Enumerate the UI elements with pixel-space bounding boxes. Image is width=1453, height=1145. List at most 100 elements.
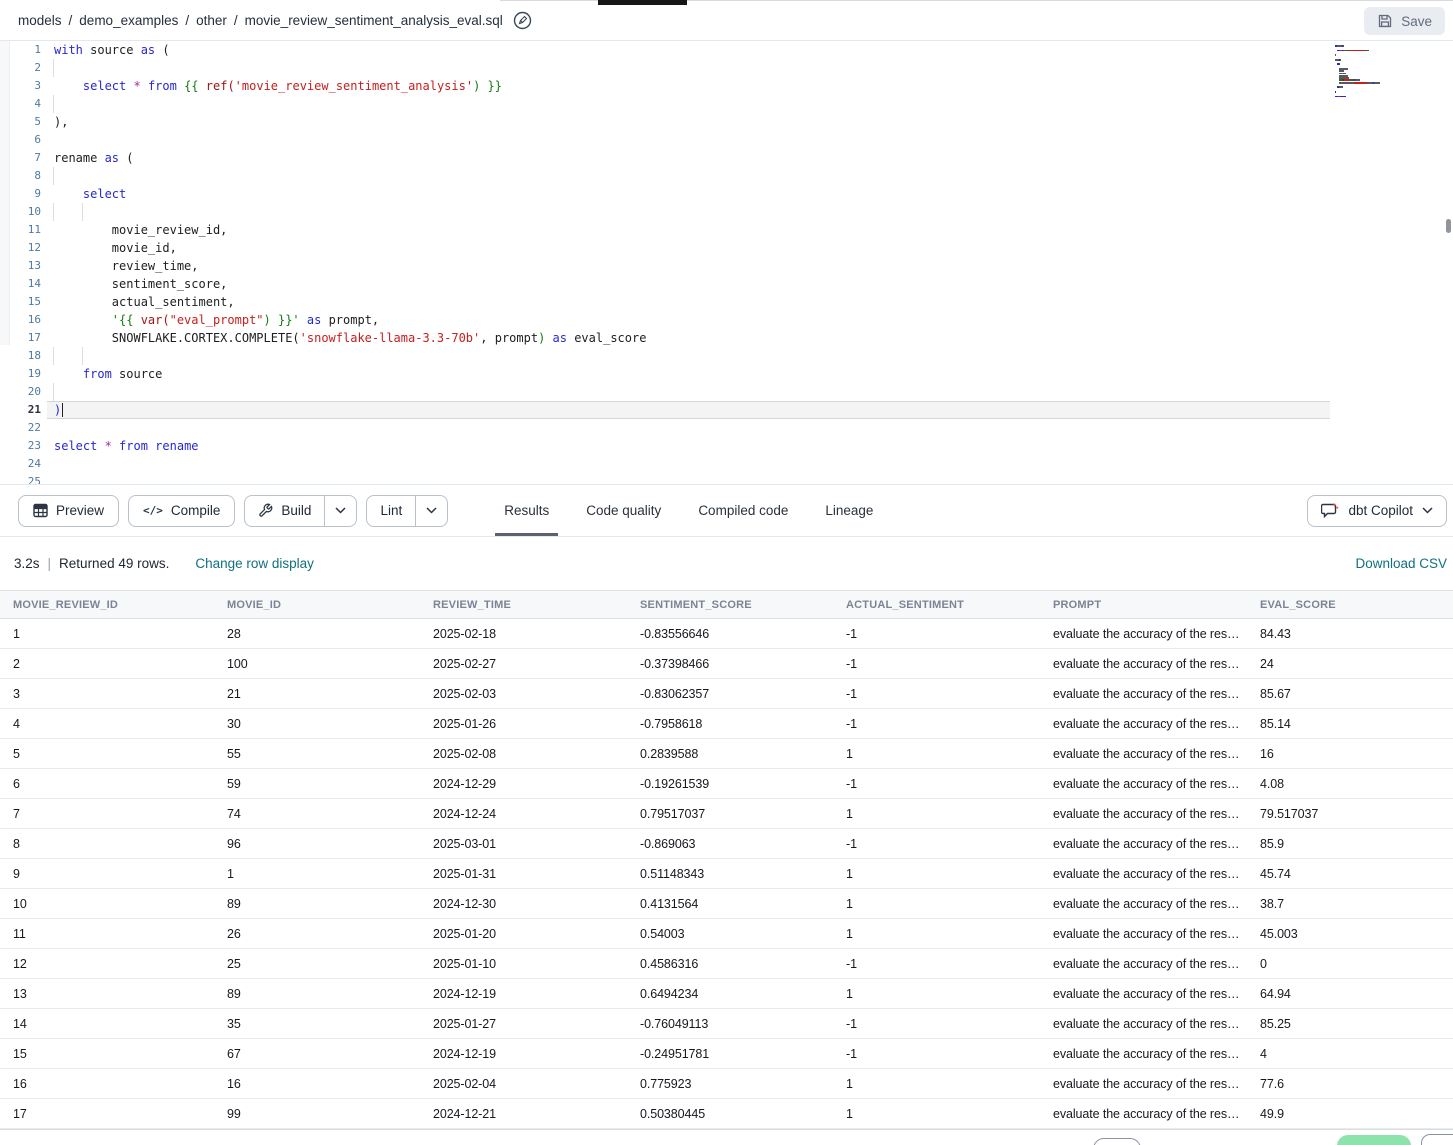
eval-score-cell: 85.9 — [1247, 837, 1453, 851]
line-number: 13 — [0, 257, 41, 275]
breadcrumb-item[interactable]: other — [196, 13, 227, 28]
table-row: 3212025-02-03-0.83062357-1evaluate the a… — [0, 679, 1453, 709]
table-cell: 2025-01-10 — [420, 957, 627, 971]
partial-button-right[interactable] — [1421, 1134, 1453, 1145]
breadcrumb-item[interactable]: demo_examples — [79, 13, 178, 28]
dbt-copilot-button[interactable]: dbt Copilot — [1307, 495, 1447, 527]
prompt-text: evaluate the accuracy of the res… — [1053, 867, 1239, 881]
code-line[interactable]: 6 — [0, 131, 1453, 149]
lint-button[interactable]: Lint — [367, 496, 415, 526]
editor-minimap[interactable] — [1335, 45, 1439, 102]
code-line[interactable]: 18 — [0, 347, 1453, 365]
table-cell: 1 — [833, 897, 1040, 911]
code-text — [41, 203, 54, 221]
indent-guide — [82, 347, 83, 365]
compile-button[interactable]: </> Compile — [128, 495, 235, 527]
change-row-display-link[interactable]: Change row display — [195, 556, 314, 571]
code-line[interactable]: 1with source as ( — [0, 41, 1453, 59]
prompt-cell: evaluate the accuracy of the res… — [1040, 927, 1247, 941]
code-line[interactable]: 13 review_time, — [0, 257, 1453, 275]
code-line[interactable]: 12 movie_id, — [0, 239, 1453, 257]
table-row: 11262025-01-200.540031evaluate the accur… — [0, 919, 1453, 949]
code-line[interactable]: 3 select * from {{ ref('movie_review_sen… — [0, 77, 1453, 95]
table-cell: 2025-01-26 — [420, 717, 627, 731]
table-cell: 2025-02-27 — [420, 657, 627, 671]
breadcrumb-item[interactable]: models — [18, 13, 62, 28]
lint-dropdown-toggle[interactable] — [415, 496, 447, 526]
tab-compiled-code[interactable]: Compiled code — [698, 485, 788, 536]
returned-rows-text: Returned 49 rows. — [59, 556, 169, 571]
code-line[interactable]: 15 actual_sentiment, — [0, 293, 1453, 311]
table-cell: 1 — [214, 867, 420, 881]
build-button-group: Build — [244, 495, 357, 527]
prompt-cell: evaluate the accuracy of the res… — [1040, 657, 1247, 671]
editor-scrollbar-thumb[interactable] — [1446, 219, 1451, 233]
code-line[interactable]: 14 sentiment_score, — [0, 275, 1453, 293]
table-cell: 2025-02-03 — [420, 687, 627, 701]
code-line[interactable]: 10 — [0, 203, 1453, 221]
eval-score-cell: 64.94 — [1247, 987, 1453, 1001]
code-line[interactable]: 7rename as ( — [0, 149, 1453, 167]
breadcrumb-separator: / — [234, 13, 238, 28]
table-cell: 30 — [214, 717, 420, 731]
prompt-cell: evaluate the accuracy of the res… — [1040, 897, 1247, 911]
table-cell: 13 — [0, 987, 214, 1001]
preview-table-icon — [33, 503, 48, 518]
results-tabs: Results Code quality Compiled code Linea… — [504, 485, 873, 536]
breadcrumb-item[interactable]: movie_review_sentiment_analysis_eval.sql — [245, 13, 503, 28]
code-text: from source — [41, 365, 162, 383]
prompt-text: evaluate the accuracy of the res… — [1053, 837, 1239, 851]
code-line[interactable]: 24 — [0, 455, 1453, 473]
prompt-cell: evaluate the accuracy of the res… — [1040, 747, 1247, 761]
table-cell: -0.83556646 — [627, 627, 833, 641]
prompt-text: evaluate the accuracy of the res… — [1053, 1047, 1239, 1061]
table-cell: 1 — [833, 987, 1040, 1001]
build-button[interactable]: Build — [245, 496, 324, 526]
tab-lineage[interactable]: Lineage — [825, 485, 873, 536]
code-line[interactable]: 23select * from rename — [0, 437, 1453, 455]
format-file-icon[interactable] — [513, 11, 532, 30]
table-cell: 2024-12-19 — [420, 1047, 627, 1061]
table-row: 21002025-02-27-0.37398466-1evaluate the … — [0, 649, 1453, 679]
code-text — [41, 95, 54, 113]
tab-results[interactable]: Results — [504, 485, 549, 536]
code-line[interactable]: 19 from source — [0, 365, 1453, 383]
tab-code-quality[interactable]: Code quality — [586, 485, 661, 536]
code-line[interactable]: 4 — [0, 95, 1453, 113]
code-line[interactable]: 5), — [0, 113, 1453, 131]
partial-button-left[interactable] — [1093, 1138, 1141, 1145]
table-cell: 10 — [0, 897, 214, 911]
code-line[interactable]: 17 SNOWFLAKE.CORTEX.COMPLETE('snowflake-… — [0, 329, 1453, 347]
code-text: select * from {{ ref('movie_review_senti… — [41, 77, 502, 95]
breadcrumb: models/demo_examples/other/movie_review_… — [18, 13, 503, 28]
sql-code-editor[interactable]: 1with source as (23 select * from {{ ref… — [0, 41, 1453, 484]
table-cell: 1 — [833, 747, 1040, 761]
code-line[interactable]: 16 '{{ var("eval_prompt") }}' as prompt, — [0, 311, 1453, 329]
code-line[interactable]: 22 — [0, 419, 1453, 437]
table-row: 1282025-02-18-0.83556646-1evaluate the a… — [0, 619, 1453, 649]
table-cell: 14 — [0, 1017, 214, 1031]
table-cell: 0.79517037 — [627, 807, 833, 821]
build-dropdown-toggle[interactable] — [324, 496, 356, 526]
code-line[interactable]: 9 select — [0, 185, 1453, 203]
download-csv-link[interactable]: Download CSV — [1355, 556, 1447, 571]
code-text: select — [41, 185, 126, 203]
prompt-text: evaluate the accuracy of the res… — [1053, 987, 1239, 1001]
table-cell: 2025-01-20 — [420, 927, 627, 941]
code-line[interactable]: 21) — [0, 401, 1453, 419]
code-text: rename as ( — [41, 149, 133, 167]
prompt-cell: evaluate the accuracy of the res… — [1040, 1047, 1247, 1061]
table-row: 8962025-03-01-0.869063-1evaluate the acc… — [0, 829, 1453, 859]
prompt-text: evaluate the accuracy of the res… — [1053, 957, 1239, 971]
prompt-cell: evaluate the accuracy of the res… — [1040, 717, 1247, 731]
partial-green-pill[interactable] — [1337, 1135, 1411, 1145]
line-number: 5 — [0, 113, 41, 131]
preview-button[interactable]: Preview — [18, 495, 119, 527]
code-line[interactable]: 20 — [0, 383, 1453, 401]
table-cell: 89 — [214, 897, 420, 911]
code-line[interactable]: 11 movie_review_id, — [0, 221, 1453, 239]
code-line[interactable]: 2 — [0, 59, 1453, 77]
code-line[interactable]: 8 — [0, 167, 1453, 185]
code-line[interactable]: 25 — [0, 473, 1453, 484]
save-button[interactable]: Save — [1364, 7, 1445, 35]
